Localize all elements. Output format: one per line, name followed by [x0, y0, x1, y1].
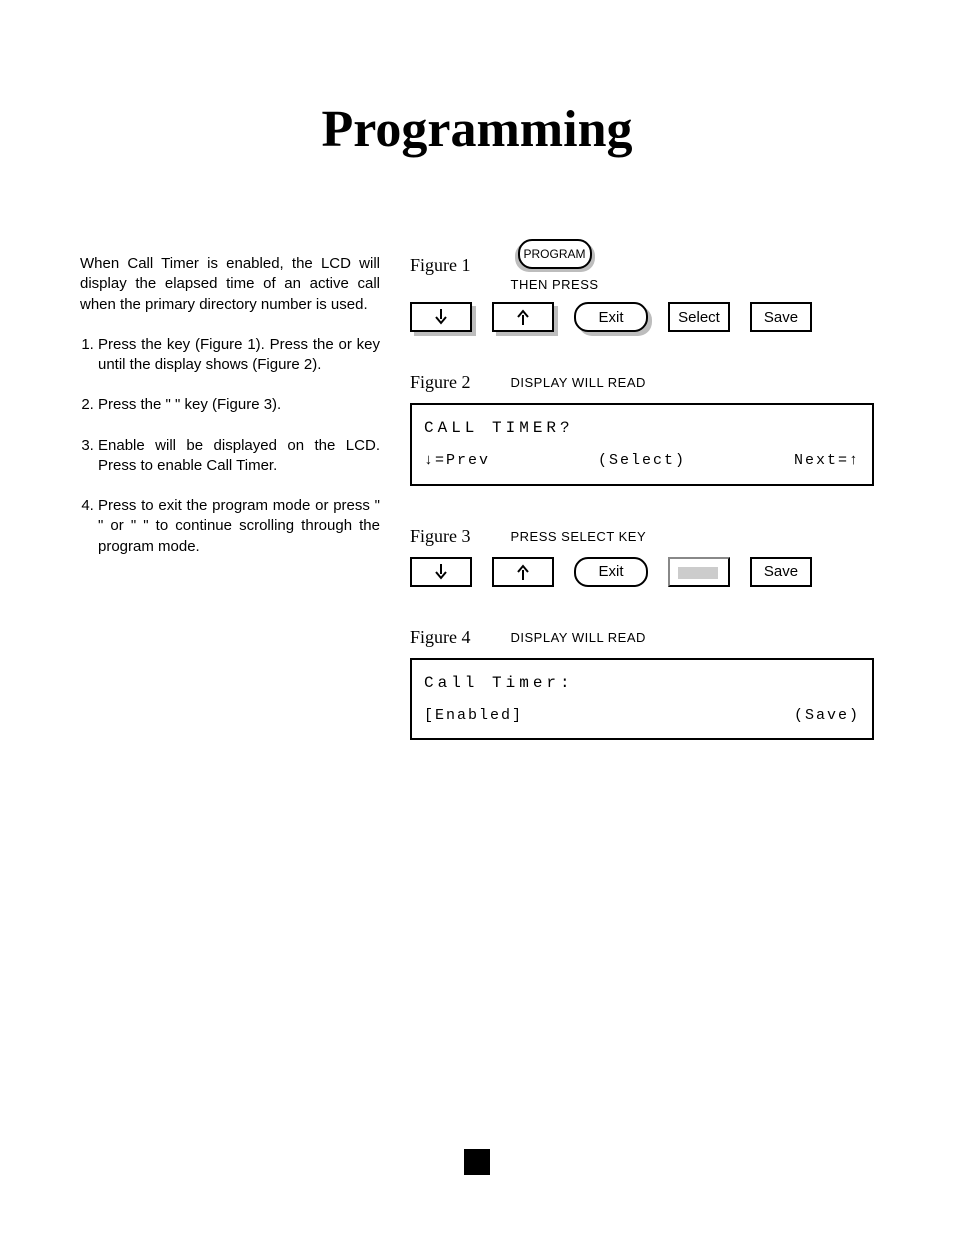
exit-button[interactable]: Exit [574, 557, 648, 587]
lcd-prev: ↓=Prev [424, 448, 490, 474]
lcd-next: Next=↑ [794, 448, 860, 474]
arrow-down-icon [434, 309, 448, 325]
step-1: Press the key (Figure 1). Press the or k… [98, 335, 380, 376]
up-arrow-button[interactable] [492, 557, 554, 587]
figure-3: Figure 3 PRESS SELECT KEY Exit Save [410, 526, 874, 587]
figure-2: Figure 2 DISPLAY WILL READ CALL TIMER? ↓… [410, 372, 874, 486]
figure-1-label: Figure 1 [410, 255, 471, 276]
then-press-label: THEN PRESS [511, 277, 599, 292]
steps-list: Press the key (Figure 1). Press the or k… [80, 335, 380, 557]
figure-3-note: PRESS SELECT KEY [511, 529, 647, 544]
arrow-up-icon [516, 309, 530, 325]
step-4: Press to exit the program mode or press … [98, 496, 380, 557]
lcd-line-1: CALL TIMER? [424, 415, 860, 442]
arrow-down-icon [434, 564, 448, 580]
select-button[interactable]: Select [668, 302, 730, 332]
figure-1: Figure 1 PROGRAM THEN PRESS Exit Select … [410, 239, 874, 332]
instructions-column: When Call Timer is enabled, the LCD will… [80, 239, 380, 780]
figure-3-label: Figure 3 [410, 526, 471, 547]
up-arrow-button[interactable] [492, 302, 554, 332]
step-3: Enable will be displayed on the LCD. Pre… [98, 436, 380, 477]
save-button[interactable]: Save [750, 557, 812, 587]
select-button-pressed[interactable] [668, 557, 730, 587]
down-arrow-button[interactable] [410, 302, 472, 332]
figure-4-label: Figure 4 [410, 627, 471, 648]
page-title: Programming [80, 100, 874, 159]
figure-2-label: Figure 2 [410, 372, 471, 393]
lcd-line-1: Call Timer: [424, 670, 860, 697]
lcd-enabled: [Enabled] [424, 703, 523, 729]
intro-paragraph: When Call Timer is enabled, the LCD will… [80, 254, 380, 315]
lcd-display-4: Call Timer: [Enabled] (Save) [410, 658, 874, 741]
figures-column: Figure 1 PROGRAM THEN PRESS Exit Select … [410, 239, 874, 780]
lcd-display-2: CALL TIMER? ↓=Prev (Select) Next=↑ [410, 403, 874, 486]
step-2: Press the " " key (Figure 3). [98, 395, 380, 415]
figure-2-note: DISPLAY WILL READ [511, 375, 646, 390]
lcd-select: (Select) [598, 448, 686, 474]
figure-4: Figure 4 DISPLAY WILL READ Call Timer: [… [410, 627, 874, 741]
arrow-up-icon [516, 564, 530, 580]
exit-button[interactable]: Exit [574, 302, 648, 332]
page-number [464, 1149, 490, 1175]
figure-4-note: DISPLAY WILL READ [511, 630, 646, 645]
save-button[interactable]: Save [750, 302, 812, 332]
lcd-save: (Save) [794, 703, 860, 729]
down-arrow-button[interactable] [410, 557, 472, 587]
program-button[interactable]: PROGRAM [518, 239, 592, 269]
